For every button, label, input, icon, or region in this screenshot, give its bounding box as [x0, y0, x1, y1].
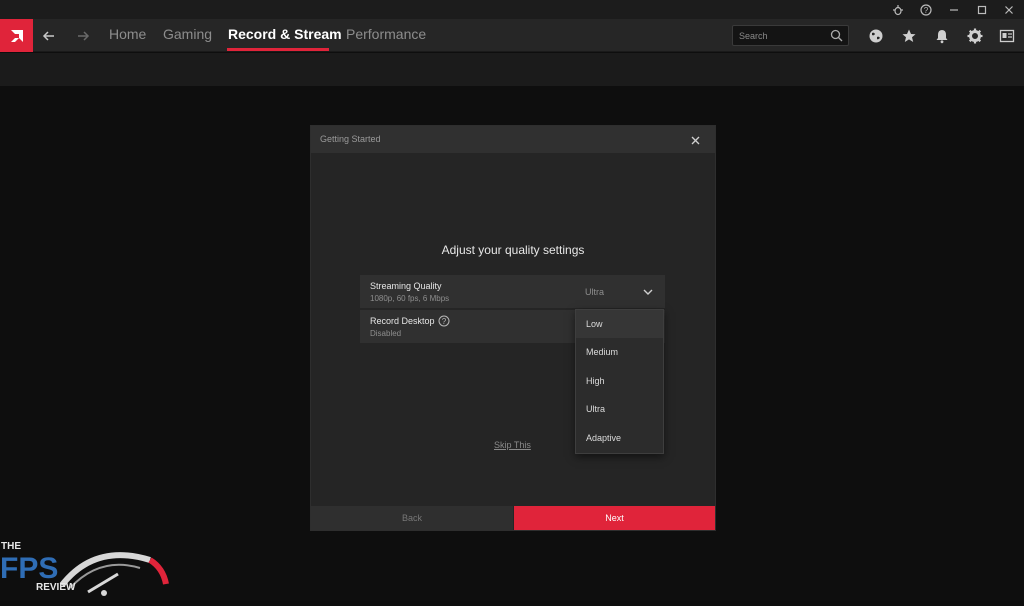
back-arrow-icon[interactable] [39, 26, 59, 46]
chevron-down-icon[interactable] [642, 286, 654, 298]
sub-toolbar [0, 53, 1024, 86]
tab-gaming[interactable]: Gaming [163, 26, 212, 42]
record-desktop-status: Disabled [370, 329, 402, 338]
watermark-review: REVIEW [36, 582, 76, 593]
title-bar: ? [0, 0, 1024, 19]
watermark-the: THE [1, 541, 21, 552]
watermark-logo-graphic: THE FPS REVIEW [0, 541, 169, 596]
minimize-icon[interactable] [943, 2, 965, 17]
streaming-quality-label: Streaming Quality [370, 281, 442, 291]
svg-text:?: ? [924, 6, 929, 15]
amd-logo-icon[interactable] [0, 19, 33, 52]
fps-review-watermark: THE FPS REVIEW [0, 538, 175, 601]
dropdown-option-ultra[interactable]: Ultra [576, 395, 663, 423]
skip-this-link[interactable]: Skip This [494, 440, 531, 450]
help-icon[interactable]: ? [438, 315, 450, 327]
search-box[interactable] [732, 25, 849, 46]
tab-performance[interactable]: Performance [346, 26, 426, 42]
forward-arrow-icon[interactable] [73, 26, 93, 46]
close-icon[interactable] [687, 132, 703, 148]
gear-icon[interactable] [965, 26, 985, 46]
quality-dropdown-menu: Low Medium High Ultra Adaptive [575, 309, 664, 454]
bell-icon[interactable] [932, 26, 952, 46]
streaming-quality-value: Ultra [585, 287, 605, 297]
account-icon[interactable] [997, 26, 1017, 46]
close-icon[interactable] [998, 2, 1020, 17]
app-window: ? Home Gaming Record & Stream Performanc… [0, 0, 1024, 601]
dropdown-option-low[interactable]: Low [576, 310, 663, 338]
dialog-title: Getting Started [320, 134, 381, 144]
streaming-quality-row[interactable]: Streaming Quality 1080p, 60 fps, 6 Mbps … [360, 275, 665, 308]
dropdown-option-medium[interactable]: Medium [576, 338, 663, 366]
help-icon[interactable]: ? [915, 2, 937, 17]
dialog-heading: Adjust your quality settings [441, 243, 585, 257]
star-icon[interactable] [899, 26, 919, 46]
globe-icon[interactable] [866, 26, 886, 46]
maximize-icon[interactable] [971, 2, 993, 17]
next-button[interactable]: Next [514, 506, 715, 530]
bug-icon[interactable] [887, 2, 909, 17]
active-tab-indicator [227, 48, 329, 51]
streaming-quality-detail: 1080p, 60 fps, 6 Mbps [370, 294, 450, 303]
tab-home[interactable]: Home [109, 26, 146, 42]
search-input[interactable] [739, 28, 827, 43]
search-icon[interactable] [830, 29, 843, 42]
dropdown-option-adaptive[interactable]: Adaptive [576, 424, 663, 452]
dropdown-option-high[interactable]: High [576, 367, 663, 395]
nav-bar: Home Gaming Record & Stream Performance [0, 19, 1024, 52]
getting-started-dialog: Getting Started Adjust your quality sett… [311, 126, 715, 530]
back-button[interactable]: Back [311, 506, 513, 530]
svg-text:?: ? [442, 317, 447, 326]
dialog-header: Getting Started [311, 126, 715, 153]
watermark-fps: FPS [0, 552, 58, 585]
record-desktop-label: Record Desktop [370, 316, 435, 326]
tab-record-stream[interactable]: Record & Stream [228, 26, 342, 42]
